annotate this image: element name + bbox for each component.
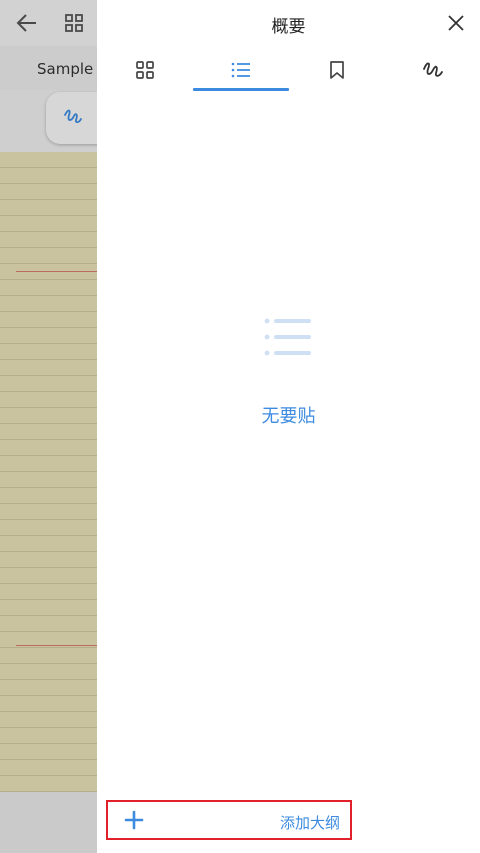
drawer-title: 概要: [271, 17, 306, 37]
outline-drawer: 概要 无要贴: [97, 0, 480, 853]
active-tab-indicator: [193, 88, 289, 91]
add-outline-button[interactable]: 添加大纲: [106, 800, 352, 840]
tab-thumbnails[interactable]: [97, 48, 193, 92]
close-button[interactable]: [441, 8, 471, 38]
grid-icon: [136, 61, 154, 79]
close-icon: [448, 15, 464, 31]
bookmark-icon: [330, 61, 344, 79]
list-icon: [231, 62, 250, 78]
empty-outline-icon: [264, 318, 311, 356]
tab-bookmarks[interactable]: [289, 48, 385, 92]
plus-icon: [124, 810, 144, 830]
drawer-tabs: [97, 48, 480, 92]
pen-squiggle-icon: [423, 62, 443, 77]
empty-state-message: 无要贴: [261, 406, 316, 427]
tab-annotations[interactable]: [385, 48, 480, 92]
add-outline-label: 添加大纲: [279, 814, 340, 832]
tab-outline[interactable]: [193, 48, 289, 92]
